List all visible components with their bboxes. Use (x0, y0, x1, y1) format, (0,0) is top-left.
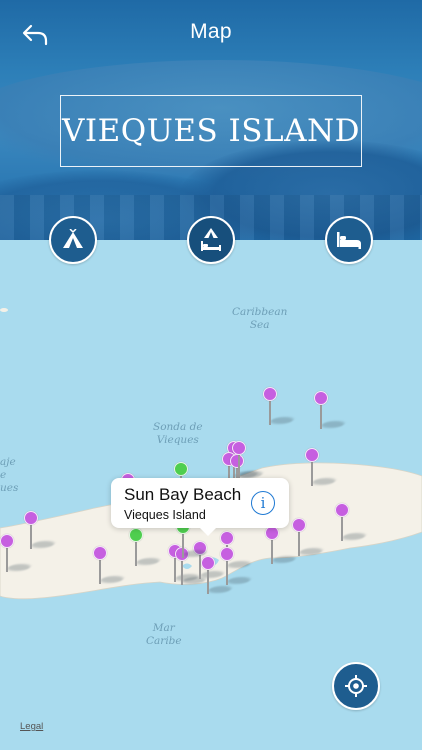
pasaje-line1: aje (0, 456, 16, 468)
info-icon[interactable]: i (251, 491, 275, 515)
map-pin[interactable] (93, 546, 126, 586)
tent-icon (63, 229, 83, 248)
bed-icon (337, 232, 361, 249)
caribbean-sea-line2: Sea (249, 319, 270, 331)
pin-head (265, 526, 279, 540)
crosshair-icon (345, 675, 367, 697)
pin-needle (182, 533, 184, 558)
pin-needle (207, 569, 209, 594)
mar-caribe-line1: Mar (152, 622, 175, 634)
pasaje-line2: e (0, 469, 7, 481)
header-banner: Map VIEQUES ISLAND (0, 0, 422, 240)
pin-head (305, 448, 319, 462)
sonda-label: Sonda de Vieques (153, 421, 203, 447)
map-pin[interactable] (292, 518, 325, 558)
pin-head (263, 387, 277, 401)
sonda-line2: Vieques (156, 434, 199, 446)
pin-needle (271, 539, 273, 564)
map-pin[interactable] (201, 556, 234, 596)
pin-head (220, 531, 234, 545)
pin-head (201, 556, 215, 570)
sonda-line1: Sonda de (153, 421, 203, 433)
map-pin[interactable] (129, 528, 162, 568)
pin-head (220, 547, 234, 561)
caribbean-sea-label: Caribbean Sea (232, 306, 287, 332)
map-pin[interactable] (232, 441, 265, 481)
pin-needle (99, 559, 101, 584)
pin-head (174, 462, 188, 476)
pin-head (24, 511, 38, 525)
mar-caribe-line2: Caribe (146, 635, 182, 647)
pin-needle (341, 516, 343, 541)
map-pin[interactable] (220, 547, 253, 587)
pin-needle (298, 531, 300, 556)
pin-needle (30, 524, 32, 549)
pin-needle (6, 547, 8, 572)
lodging-filter-button[interactable] (325, 216, 373, 264)
pin-head (93, 546, 107, 560)
pin-needle (181, 560, 183, 585)
caribbean-sea-line1: Caribbean (232, 306, 288, 318)
map-pin[interactable] (314, 391, 347, 431)
pin-head (232, 441, 246, 455)
pin-head (0, 534, 14, 548)
pin-head (314, 391, 328, 405)
locate-me-button[interactable] (332, 662, 380, 710)
pin-needle (311, 461, 313, 486)
pin-head (335, 503, 349, 517)
banner-title: VIEQUES ISLAND (62, 113, 360, 149)
pin-needle (320, 404, 322, 429)
map-pin[interactable] (0, 534, 33, 574)
camping-filter-button[interactable] (49, 216, 97, 264)
map-pin[interactable] (265, 526, 298, 566)
camping-lodging-filter-button[interactable] (187, 216, 235, 264)
pasaje-label: aje e ues (0, 456, 18, 495)
pin-needle (135, 541, 137, 566)
pin-needle (269, 400, 271, 425)
map-pin[interactable] (305, 448, 338, 488)
pasaje-line3: ues (0, 482, 19, 494)
page-title: Map (190, 20, 232, 43)
callout-subtitle: Vieques Island (124, 508, 206, 522)
pin-needle (238, 454, 240, 479)
mar-caribe-label: Mar Caribe (146, 622, 182, 648)
map-pin[interactable] (24, 511, 57, 551)
map-pin[interactable] (263, 387, 296, 427)
pin-head (292, 518, 306, 532)
map-pin[interactable] (335, 503, 368, 543)
callout-title: Sun Bay Beach (124, 485, 242, 504)
pin-head (129, 528, 143, 542)
banner-title-box: VIEQUES ISLAND (60, 95, 362, 167)
legal-link[interactable]: Legal (20, 721, 43, 732)
tent-bed-icon (201, 228, 221, 251)
pin-needle (226, 560, 228, 585)
